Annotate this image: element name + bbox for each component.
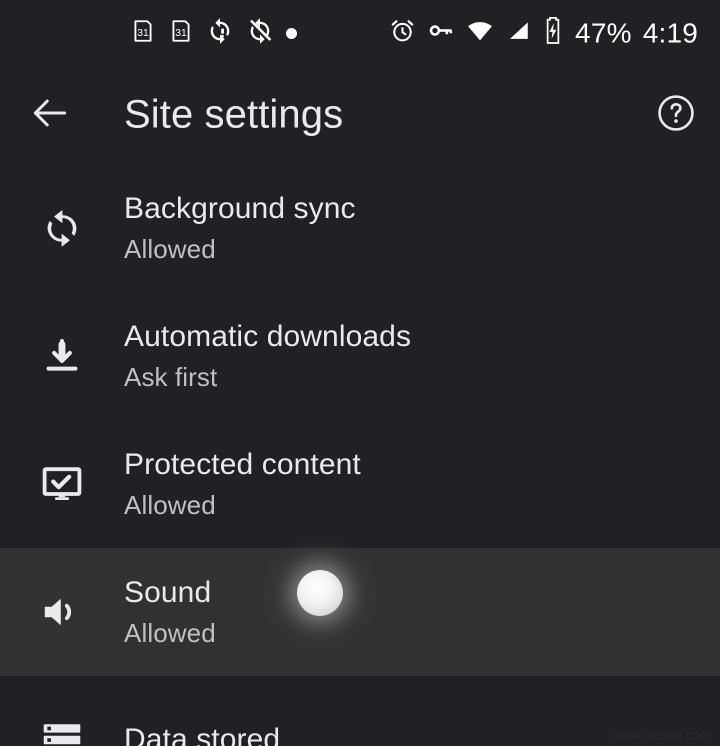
status-bar-right-icons: 47% 4:19 <box>389 17 698 50</box>
settings-row-title: Background sync <box>124 192 356 225</box>
help-button[interactable] <box>652 91 700 139</box>
settings-row-automatic-downloads[interactable]: Automatic downloads Ask first <box>0 292 720 420</box>
status-bar: 31 31 47% 4:19 <box>0 0 720 66</box>
settings-row-sound[interactable]: Sound Allowed <box>0 548 720 676</box>
status-bar-left-icons: 31 31 <box>130 17 297 50</box>
phone-screen: 31 31 47% 4:19 Site settings Background … <box>0 0 720 746</box>
site-settings-list: Background sync Allowed Automatic downlo… <box>0 164 720 746</box>
protected-content-icon <box>0 420 124 548</box>
settings-row-background-sync[interactable]: Background sync Allowed <box>0 164 720 292</box>
app-bar: Site settings <box>0 66 720 164</box>
settings-row-subtitle: Allowed <box>124 234 216 264</box>
storage-icon <box>0 676 124 746</box>
wifi-icon <box>466 17 494 50</box>
download-icon <box>0 292 124 420</box>
sync-disabled-icon <box>246 17 274 50</box>
settings-row-texts: Sound Allowed <box>124 573 216 651</box>
alarm-icon <box>389 17 416 49</box>
calendar-31-icon: 31 <box>130 18 156 49</box>
vpn-key-icon <box>427 17 455 50</box>
back-button[interactable] <box>26 91 74 139</box>
cell-signal-icon <box>505 18 531 49</box>
svg-text:31: 31 <box>137 27 149 38</box>
page-title: Site settings <box>124 92 344 137</box>
settings-row-protected-content[interactable]: Protected content Allowed <box>0 420 720 548</box>
help-circle-icon <box>655 92 697 139</box>
settings-row-subtitle: Ask first <box>124 362 218 392</box>
notification-dot-icon <box>286 27 297 39</box>
settings-row-texts: Data stored <box>124 720 280 746</box>
status-bar-clock: 4:19 <box>642 17 698 48</box>
settings-row-title: Sound <box>124 576 212 609</box>
settings-row-title: Automatic downloads <box>124 320 412 353</box>
settings-row-texts: Automatic downloads Ask first <box>124 317 411 395</box>
battery-charging-icon <box>542 17 564 50</box>
settings-row-texts: Protected content Allowed <box>124 445 361 523</box>
sync-icon <box>0 164 124 292</box>
settings-row-title: Data stored <box>124 723 281 746</box>
sync-problem-icon <box>206 17 234 50</box>
settings-row-subtitle: Allowed <box>124 490 216 520</box>
arrow-back-icon <box>28 91 72 140</box>
settings-row-texts: Background sync Allowed <box>124 189 356 267</box>
svg-text:31: 31 <box>175 27 187 38</box>
settings-row-title: Protected content <box>124 448 361 481</box>
volume-up-icon <box>0 548 124 676</box>
battery-percent: 47% <box>575 17 632 48</box>
settings-row-subtitle: Allowed <box>124 618 216 648</box>
site-watermark: www.deuaq.com <box>611 727 712 742</box>
calendar-31-icon: 31 <box>168 18 194 49</box>
